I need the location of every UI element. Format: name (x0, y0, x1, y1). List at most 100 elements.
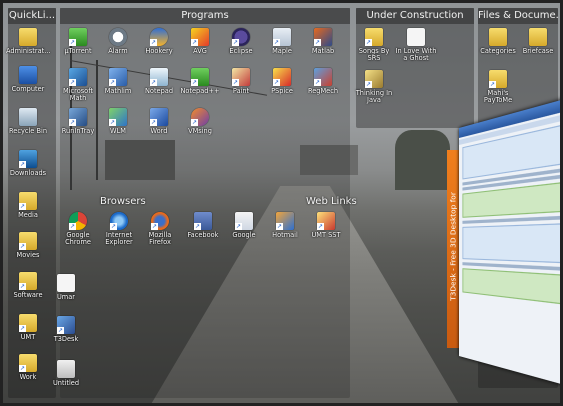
desktop-icon-hookery[interactable]: ↗ Hookery (137, 28, 181, 55)
desktop-icon-runintray[interactable]: ↗ RunInTray (56, 108, 100, 135)
icon-label: Computer (11, 85, 45, 93)
preview-content-block (462, 223, 563, 264)
icon-label: Downloads (9, 169, 47, 177)
t3desk-window-preview[interactable] (459, 97, 563, 387)
notepad-icon: ↗ (150, 68, 168, 86)
desktop-icon-microsoft-math[interactable]: ↗ Microsoft Math (56, 68, 100, 103)
icon-label: Untitled (52, 379, 80, 387)
hookery-icon: ↗ (150, 28, 168, 46)
folder-icon (19, 28, 37, 46)
browsers-group-title: Browsers (100, 196, 146, 207)
regmech-icon: ↗ (314, 68, 332, 86)
icon-label: AVG (193, 47, 207, 55)
folder-icon: ↗ (19, 232, 37, 250)
desktop-icon-regmech[interactable]: ↗ RegMech (301, 68, 345, 95)
runintray-icon: ↗ (69, 108, 87, 126)
vmsing-icon: ↗ (191, 108, 209, 126)
matlab-icon: ↗ (314, 28, 332, 46)
icon-label: RunInTray (61, 127, 95, 135)
recycle-bin-icon (19, 108, 37, 126)
desktop-icon-recycle-bin[interactable]: Recycle Bin (6, 108, 50, 135)
t3desk-3d-window[interactable]: T3Desk - Free 3D Desktop for (447, 97, 563, 387)
desktop-icon-in-love-with-a-ghost[interactable]: In Love With a Ghost (394, 28, 438, 63)
desktop-icon-google[interactable]: ↗ Google (222, 212, 266, 239)
icon-label: Thinking In Java (355, 89, 393, 105)
icon-label: WLM (110, 127, 126, 135)
desktop-icon-downloads[interactable]: ↗ Downloads (6, 150, 50, 177)
icon-label: Alarm (108, 47, 128, 55)
desktop-icon-notepad-plus[interactable]: ↗ Notepad++ (178, 68, 222, 95)
icon-label: UMT SST (311, 231, 341, 239)
desktop-icon-wlm[interactable]: ↗ WLM (96, 108, 140, 135)
files-panel-title[interactable]: Files & Docume... (478, 8, 558, 24)
icon-label: PSpice (271, 87, 293, 95)
desktop-icon-hotmail[interactable]: ↗ Hotmail (263, 212, 307, 239)
desktop-icon-paint[interactable]: ↗ Paint (219, 68, 263, 95)
icon-label: Mozilla Firefox (148, 231, 172, 247)
icon-label: Administrat... (6, 47, 51, 55)
desktop-icon-umar[interactable]: Umar (44, 274, 88, 301)
icon-label: Recycle Bin (8, 127, 47, 135)
quicklinks-panel-title[interactable]: QuickLi... (8, 8, 56, 24)
umt-sst-icon: ↗ (317, 212, 335, 230)
desktop-icon-thinking-in-java[interactable]: ↗ Thinking In Java (352, 70, 396, 105)
t3desk-banner[interactable]: T3Desk - Free 3D Desktop for (447, 150, 459, 348)
desktop-icon-movies[interactable]: ↗ Movies (6, 232, 50, 259)
icon-label: Mathlim (104, 87, 132, 95)
icon-label: Word (150, 127, 168, 135)
desktop-icon-facebook[interactable]: ↗ Facebook (181, 212, 225, 239)
desktop-icon-avg[interactable]: ↗ AVG (178, 28, 222, 55)
maple-icon: ↗ (273, 28, 291, 46)
desktop-icon-songs-by-srs[interactable]: ↗ Songs By SRS (352, 28, 396, 63)
icon-label: Mahi's PayToMe (483, 89, 513, 105)
desktop-icon-computer[interactable]: Computer (6, 66, 50, 93)
folder-icon: ↗ (489, 70, 507, 88)
utorrent-icon: ↗ (69, 28, 87, 46)
desktop-icon-pspice[interactable]: ↗ PSpice (260, 68, 304, 95)
facebook-icon: ↗ (194, 212, 212, 230)
desktop-icon-google-chrome[interactable]: ↗ Google Chrome (56, 212, 100, 247)
desktop-icon-t3desk[interactable]: ↗ T3Desk (44, 316, 88, 343)
icon-label: Movies (16, 251, 40, 259)
icon-label: Briefcase (522, 47, 554, 55)
chrome-icon: ↗ (69, 212, 87, 230)
desktop-icon-internet-explorer[interactable]: ↗ Internet Explorer (97, 212, 141, 247)
icon-label: Notepad++ (180, 87, 220, 95)
desktop-icon-word[interactable]: ↗ Word (137, 108, 181, 135)
t3desk-banner-text: T3Desk - Free 3D Desktop for (448, 192, 458, 301)
desktop-icon-administrator[interactable]: Administrat... (6, 28, 51, 55)
under-construction-panel-title[interactable]: Under Construction (356, 8, 474, 24)
folder-icon: ↗ (19, 272, 37, 290)
desktop-icon-alarm[interactable]: Alarm (96, 28, 140, 55)
desktop-icon-notepad[interactable]: ↗ Notepad (137, 68, 181, 95)
desktop-icon-untitled[interactable]: Untitled (44, 360, 88, 387)
desktop-icon-media[interactable]: ↗ Media (6, 192, 50, 219)
desktop-icon-eclipse[interactable]: ↗ Eclipse (219, 28, 263, 55)
desktop-icon-matlab[interactable]: ↗ Matlab (301, 28, 345, 55)
word-icon: ↗ (150, 108, 168, 126)
programs-panel-title[interactable]: Programs (60, 8, 350, 24)
desktop-icon-mathlim[interactable]: ↗ Mathlim (96, 68, 140, 95)
desktop-icon-vmsing[interactable]: ↗ VMsing (178, 108, 222, 135)
desktop-icon-mozilla-firefox[interactable]: ↗ Mozilla Firefox (138, 212, 182, 247)
icon-label: RegMech (307, 87, 339, 95)
briefcase-icon (529, 28, 547, 46)
desktop-icon-utorrent[interactable]: ↗ µTorrent (56, 28, 100, 55)
desktop-icon-briefcase[interactable]: Briefcase (516, 28, 560, 55)
desktop-icon-categories[interactable]: Categories (476, 28, 520, 55)
icon-label: Paint (232, 87, 250, 95)
desktop-icon-mahis-paytome[interactable]: ↗ Mahi's PayToMe (476, 70, 520, 105)
icon-label: Matlab (311, 47, 335, 55)
mathlim-icon: ↗ (109, 68, 127, 86)
icon-label: In Love With a Ghost (395, 47, 437, 63)
hotmail-icon: ↗ (276, 212, 294, 230)
document-icon (57, 274, 75, 292)
desktop-icon-maple[interactable]: ↗ Maple (260, 28, 304, 55)
weblinks-group-title: Web Links (306, 196, 357, 207)
desktop-icon-umt-sst[interactable]: ↗ UMT SST (304, 212, 348, 239)
icon-label: Hookery (145, 47, 173, 55)
pdf-document-icon: ↗ (365, 70, 383, 88)
folder-icon: ↗ (19, 354, 37, 372)
icon-label: Categories (480, 47, 516, 55)
icon-label: Songs By SRS (358, 47, 390, 63)
